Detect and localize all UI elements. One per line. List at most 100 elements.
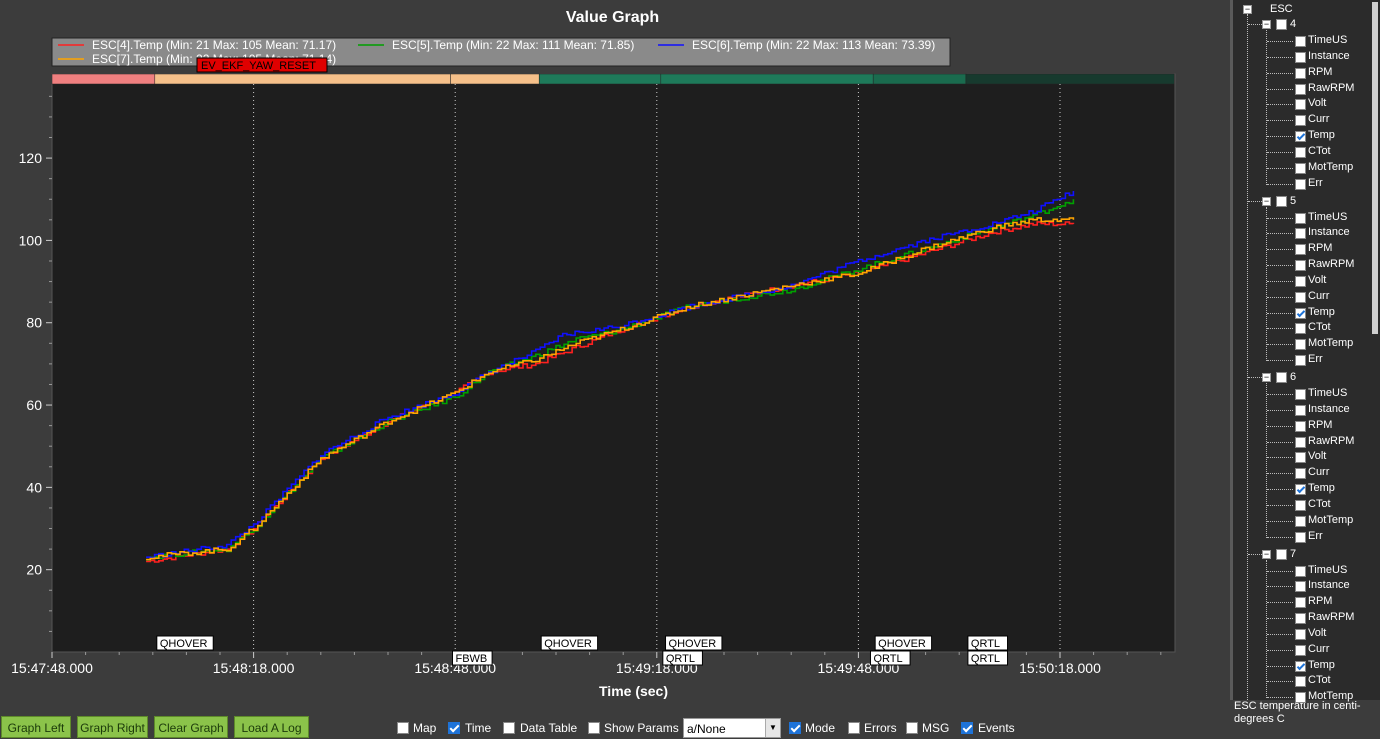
expander-icon[interactable]: − (1262, 373, 1271, 382)
mode-label: QHOVER (878, 638, 926, 650)
tree-root-label: ESC (1270, 3, 1293, 15)
group-checkbox[interactable] (1276, 548, 1287, 560)
field-checkbox[interactable] (1295, 676, 1306, 688)
field-checkbox[interactable] (1295, 660, 1306, 672)
field-checkbox[interactable] (1295, 162, 1306, 174)
field-checkbox[interactable] (1295, 228, 1306, 240)
graph-right-button[interactable]: Graph Right (77, 716, 148, 738)
tree-line (1267, 312, 1293, 314)
field-checkbox[interactable] (1295, 307, 1306, 319)
field-checkbox[interactable] (1295, 260, 1306, 272)
field-checkbox[interactable] (1295, 178, 1306, 190)
mode-label: QRTL (666, 653, 695, 665)
tree-line (1267, 520, 1293, 522)
field-checkbox[interactable] (1295, 36, 1306, 47)
time-checkbox[interactable] (448, 722, 460, 734)
x-tick-label: 15:50:18.000 (1019, 660, 1101, 676)
field-checkbox[interactable] (1295, 581, 1306, 593)
y-tick-label: 20 (26, 562, 42, 578)
data-table-checkbox[interactable] (503, 722, 515, 734)
field-checkbox[interactable] (1295, 355, 1306, 367)
errors-checkbox[interactable] (848, 722, 860, 734)
mode-band (450, 73, 540, 85)
tree-field-label: Volt (1308, 450, 1327, 463)
field-checkbox[interactable] (1295, 452, 1306, 464)
plot-area[interactable] (51, 73, 1176, 653)
graph-panel[interactable]: Value Graph 15:47:48.000 15:48:18.000 15:4… (0, 0, 1230, 714)
expander-icon[interactable]: − (1262, 20, 1271, 29)
tree-field-label: Instance (1308, 226, 1350, 239)
field-checkbox[interactable] (1295, 146, 1306, 158)
tree-line (1267, 489, 1293, 491)
load-log-button[interactable]: Load A Log (234, 716, 309, 738)
expander-icon[interactable]: − (1243, 5, 1252, 14)
field-checkbox[interactable] (1295, 67, 1306, 79)
tree-line (1267, 280, 1293, 282)
field-checkbox[interactable] (1295, 692, 1306, 704)
expander-icon[interactable]: − (1262, 549, 1271, 559)
field-checkbox[interactable] (1295, 339, 1306, 351)
tree-line (1266, 383, 1267, 538)
field-checkbox[interactable] (1295, 515, 1306, 527)
clear-graph-button[interactable]: Clear Graph (154, 716, 228, 738)
tree-line (1267, 56, 1293, 58)
tree-field-label: CTot (1308, 497, 1331, 510)
mode-band (965, 73, 1175, 85)
field-checkbox[interactable] (1295, 131, 1306, 143)
group-checkbox[interactable] (1276, 19, 1287, 30)
field-checkbox[interactable] (1295, 244, 1306, 256)
tree-field-label: MotTemp (1308, 160, 1354, 173)
graph-select[interactable]: a/None ▼ (683, 718, 781, 738)
y-tick-label: 60 (26, 397, 42, 413)
field-checkbox[interactable] (1295, 628, 1306, 640)
show-params-checkbox[interactable] (588, 722, 600, 734)
field-checkbox[interactable] (1295, 420, 1306, 432)
field-checkbox[interactable] (1295, 212, 1306, 224)
tree-line (1267, 183, 1293, 185)
tree-scrollbar-thumb[interactable] (1372, 2, 1378, 334)
field-checkbox[interactable] (1295, 484, 1306, 496)
field-checkbox[interactable] (1295, 597, 1306, 609)
tree-field-label: Volt (1308, 97, 1327, 110)
tree-group-label: 5 (1290, 194, 1297, 207)
field-checkbox[interactable] (1295, 115, 1306, 127)
field-checkbox[interactable] (1295, 613, 1306, 625)
tree-line (1267, 41, 1293, 42)
field-checkbox[interactable] (1295, 436, 1306, 448)
field-checkbox[interactable] (1295, 499, 1306, 511)
group-checkbox[interactable] (1276, 195, 1287, 207)
mode-label: QHOVER (160, 638, 208, 650)
tree-line (1267, 104, 1293, 106)
field-checkbox[interactable] (1295, 99, 1306, 111)
field-checkbox[interactable] (1295, 51, 1306, 63)
time-label: Time (465, 721, 492, 735)
field-checkbox[interactable] (1295, 565, 1306, 577)
mode-label: Mode (805, 721, 836, 735)
tree-line (1267, 249, 1293, 251)
mode-checkbox[interactable] (789, 722, 801, 734)
graph-left-button[interactable]: Graph Left (1, 716, 71, 738)
field-checkbox[interactable] (1295, 389, 1306, 400)
field-checkbox[interactable] (1295, 404, 1306, 416)
field-checkbox[interactable] (1295, 468, 1306, 480)
expander-icon[interactable]: − (1262, 196, 1271, 206)
field-tree[interactable] (1233, 0, 1380, 700)
tree-field-label: Curr (1308, 113, 1330, 126)
field-checkbox[interactable] (1295, 323, 1306, 335)
tree-line (1248, 24, 1262, 25)
chevron-down-icon[interactable]: ▼ (765, 719, 780, 737)
field-checkbox[interactable] (1295, 83, 1306, 95)
tree-line (1247, 14, 1248, 700)
tree-line (1267, 633, 1293, 635)
field-checkbox[interactable] (1295, 531, 1306, 543)
tree-field-label: RawRPM (1308, 434, 1355, 447)
msg-checkbox[interactable] (906, 722, 918, 734)
group-checkbox[interactable] (1276, 372, 1287, 383)
field-checkbox[interactable] (1295, 644, 1306, 656)
map-checkbox[interactable] (397, 722, 409, 734)
field-checkbox[interactable] (1295, 275, 1306, 287)
mode-band (51, 73, 156, 85)
field-checkbox[interactable] (1295, 291, 1306, 303)
value-graph[interactable]: 15:47:48.000 15:48:18.000 15:48:48.000 15:4… (0, 0, 1230, 714)
events-checkbox[interactable] (961, 722, 973, 734)
